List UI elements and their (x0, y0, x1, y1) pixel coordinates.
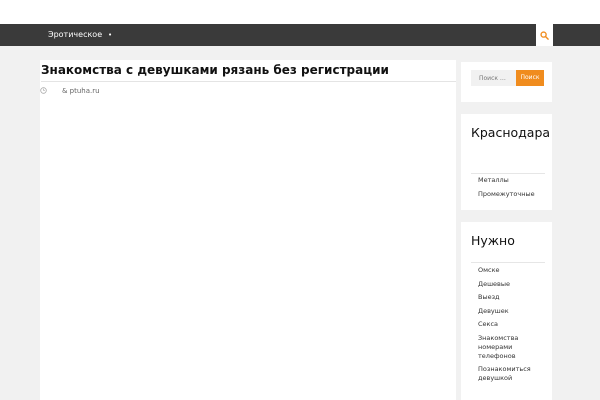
sidebar-search-widget: Поиск (461, 62, 552, 102)
search-input[interactable] (471, 70, 516, 86)
top-bar (0, 0, 600, 24)
main-navigation: Эротическое • (0, 24, 600, 46)
nav-item-erotic[interactable]: Эротическое (48, 24, 102, 46)
widget-link-outcall[interactable]: Выезд (478, 293, 544, 302)
widget-link-metals[interactable]: Металлы (478, 176, 544, 185)
search-submit-button[interactable]: Поиск (516, 70, 544, 86)
widget-link-sex[interactable]: Секса (478, 320, 544, 329)
search-icon (540, 30, 549, 40)
post-author[interactable]: & ptuha.ru (62, 86, 100, 96)
nav-dropdown-marker[interactable]: • (108, 24, 112, 46)
sidebar-widget-needed: Нужно Омске Дешевые Выезд Девушек Секса … (461, 222, 552, 400)
widget-link-cheap[interactable]: Дешевые (478, 280, 544, 289)
widget-title: Нужно (471, 230, 545, 263)
widget-list: Металлы Промежуточные (478, 176, 544, 203)
nav-search-button[interactable] (536, 24, 553, 46)
widget-title: Краснодара (471, 122, 550, 174)
widget-link-meet-girl[interactable]: Познакомиться девушкой (478, 365, 544, 383)
widget-link-omsk[interactable]: Омске (478, 266, 544, 275)
main-content (40, 60, 456, 400)
widget-list: Омске Дешевые Выезд Девушек Секса Знаком… (478, 266, 544, 388)
clock-icon (40, 87, 47, 94)
widget-link-phone-dating[interactable]: Знакомства номерами телефонов (478, 334, 544, 361)
sidebar-widget-krasnodar: Краснодара Металлы Промежуточные (461, 114, 552, 210)
post-title[interactable]: Знакомства с девушками рязань без регист… (41, 62, 456, 82)
widget-link-intermediate[interactable]: Промежуточные (478, 190, 544, 199)
widget-link-girls[interactable]: Девушек (478, 307, 544, 316)
